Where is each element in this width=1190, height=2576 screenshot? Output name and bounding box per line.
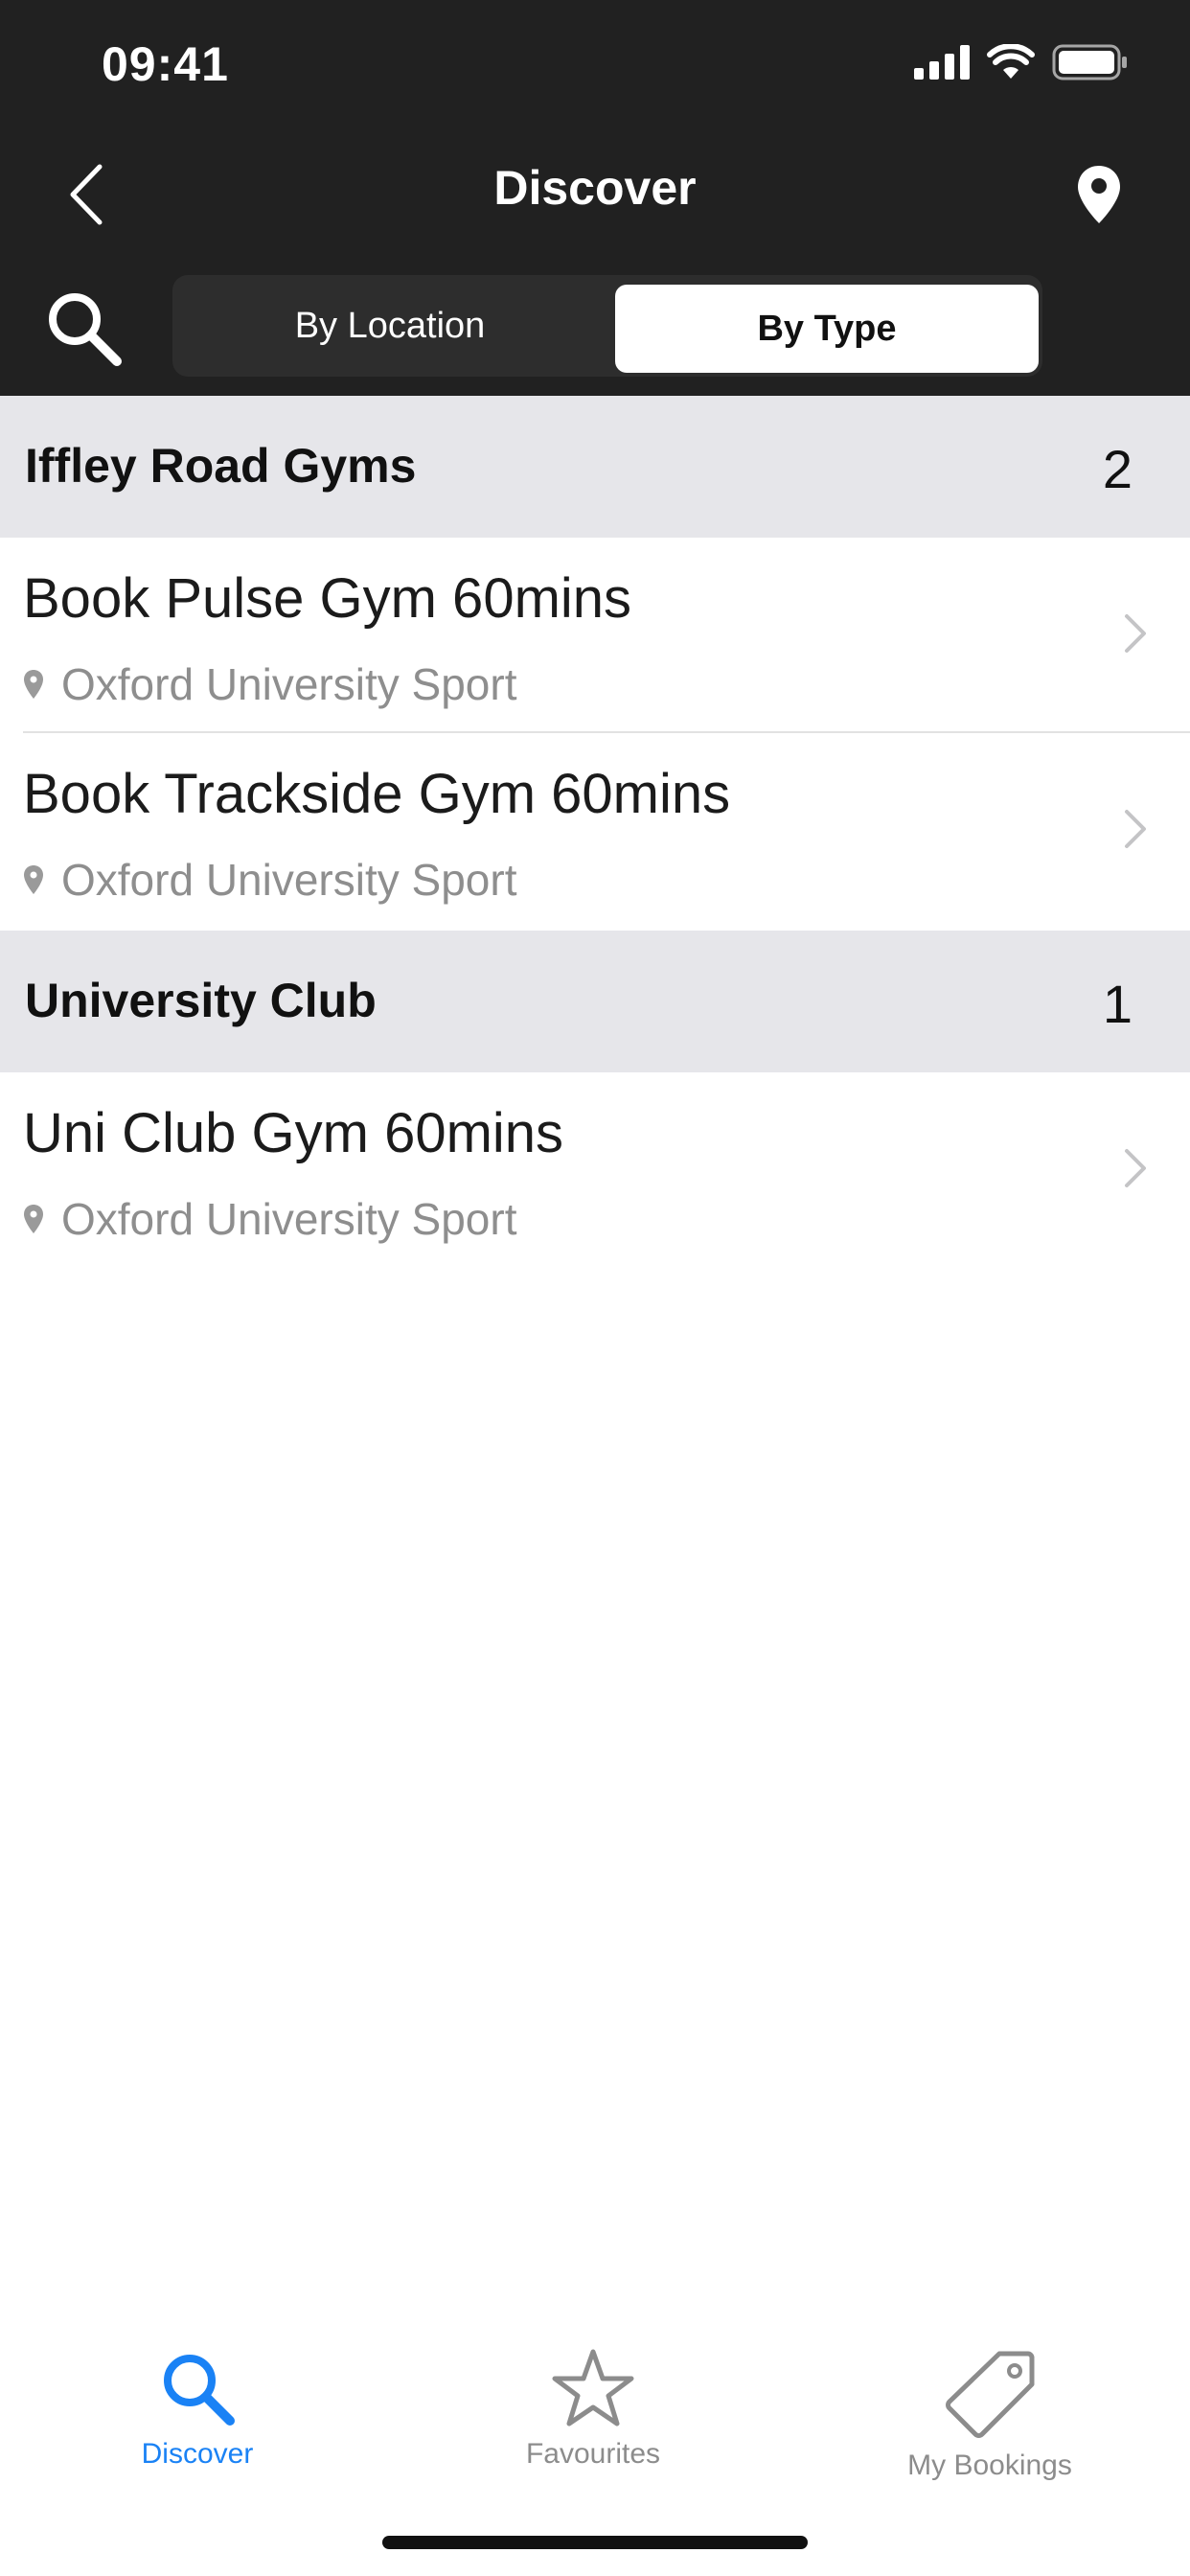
view-mode-segmented-control: By Location By Type: [172, 275, 1042, 377]
tab-favourites[interactable]: Favourites: [469, 2348, 718, 2482]
filter-bar: By Location By Type: [0, 254, 1190, 396]
section-title: Iffley Road Gyms: [25, 439, 417, 493]
tag-icon: [946, 2351, 1035, 2438]
home-indicator[interactable]: [382, 2536, 808, 2549]
item-location: Oxford University Sport: [23, 658, 516, 710]
tab-label: Favourites: [525, 2438, 661, 2470]
tab-my-bookings[interactable]: My Bookings: [865, 2348, 1114, 2482]
tab-discover[interactable]: Discover: [73, 2348, 322, 2482]
section-header: Iffley Road Gyms 2: [0, 396, 1190, 538]
tab-label: Discover: [141, 2438, 254, 2470]
page-title: Discover: [493, 161, 697, 215]
search-icon: [164, 2355, 235, 2426]
wifi-icon: [987, 44, 1035, 79]
list-item[interactable]: Uni Club Gym 60mins Oxford University Sp…: [0, 1072, 1190, 1268]
section-count: 1: [1102, 974, 1133, 1034]
item-location-text: Oxford University Sport: [61, 1194, 517, 1244]
search-button[interactable]: [36, 281, 132, 377]
battery-icon: [1052, 44, 1127, 80]
status-icons: [914, 44, 1129, 80]
chevron-right-icon: [1125, 614, 1146, 653]
list-item[interactable]: Book Pulse Gym 60mins Oxford University …: [0, 538, 1190, 733]
tab-label: My Bookings: [907, 2450, 1072, 2481]
segment-by-location[interactable]: By Location: [172, 275, 607, 377]
map-pin-icon: [24, 1205, 43, 1233]
status-bar: 09:41: [0, 0, 1190, 129]
item-title: Uni Club Gym 60mins: [23, 1102, 564, 1164]
item-location: Oxford University Sport: [23, 1193, 516, 1245]
location-button[interactable]: [1065, 156, 1133, 233]
map-pin-icon: [24, 865, 43, 894]
segment-by-type[interactable]: By Type: [615, 285, 1039, 373]
section-title: University Club: [25, 974, 377, 1027]
cellular-signal-icon: [914, 45, 970, 80]
chevron-right-icon: [1125, 1149, 1146, 1187]
section-header: University Club 1: [0, 931, 1190, 1072]
map-pin-icon: [1078, 166, 1120, 223]
map-pin-icon: [24, 670, 43, 699]
status-time: 09:41: [102, 37, 229, 91]
section-count: 2: [1102, 439, 1133, 499]
navigation-bar: Discover: [0, 129, 1190, 254]
list-item[interactable]: Book Trackside Gym 60mins Oxford Univers…: [0, 733, 1190, 929]
item-title: Book Trackside Gym 60mins: [23, 763, 731, 825]
star-icon: [552, 2349, 634, 2426]
search-icon: [49, 293, 122, 366]
item-location-text: Oxford University Sport: [61, 659, 517, 709]
item-location: Oxford University Sport: [23, 854, 516, 906]
item-location-text: Oxford University Sport: [61, 855, 517, 905]
item-title: Book Pulse Gym 60mins: [23, 567, 632, 630]
chevron-right-icon: [1125, 810, 1146, 848]
